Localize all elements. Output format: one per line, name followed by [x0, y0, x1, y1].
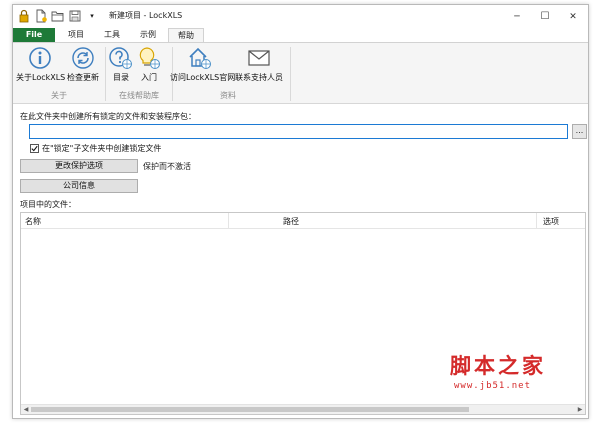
locked-subfolder-label: 在"锁定"子文件夹中创建锁定文件 — [42, 143, 162, 153]
new-file-icon[interactable] — [34, 9, 48, 23]
contact-support-button[interactable]: 联系支持人员 — [231, 46, 287, 86]
project-files-label: 项目中的文件： — [20, 200, 76, 209]
watermark: 脚本之家 www.jb51.net — [440, 350, 590, 398]
tab-project[interactable]: 项目 — [61, 28, 91, 42]
list-header: 名称 路径 选项 — [21, 213, 585, 229]
group-label-resources: 资料 — [220, 91, 236, 100]
quick-access-menu-icon[interactable]: ▾ — [85, 9, 99, 23]
save-icon[interactable] — [68, 9, 82, 23]
home-globe-icon — [189, 47, 211, 69]
lock-icon[interactable] — [17, 9, 31, 23]
company-info-button[interactable]: 公司信息 — [20, 179, 138, 193]
scroll-left-icon[interactable]: ◀ — [21, 405, 31, 415]
visit-website-label: 访问LockXLS官网 — [170, 73, 236, 82]
locked-subfolder-checkbox[interactable]: 在"锁定"子文件夹中创建锁定文件 — [30, 143, 161, 153]
contact-support-label: 联系支持人员 — [235, 73, 283, 82]
info-icon — [28, 47, 51, 69]
check-updates-button[interactable]: 检查更新 — [64, 46, 102, 86]
column-divider[interactable] — [228, 213, 229, 229]
scroll-thumb[interactable] — [31, 407, 469, 412]
check-updates-label: 检查更新 — [67, 73, 99, 82]
tab-help[interactable]: 帮助 — [168, 28, 204, 43]
getting-started-button[interactable]: 入门 — [136, 46, 162, 86]
change-protection-button[interactable]: 更改保护选项 — [20, 159, 138, 173]
window-title: 新建项目 - LockXLS — [109, 11, 183, 20]
ribbon-panel: 关于LockXLS 检查更新 关于 目录 入门 在线帮助库 访问LockXLS官… — [13, 42, 588, 104]
scroll-right-icon[interactable]: ▶ — [575, 405, 585, 415]
refresh-icon — [72, 47, 94, 69]
browse-button[interactable]: ... — [572, 124, 587, 139]
ribbon-tab-bar: File 项目 工具 示例 帮助 — [13, 28, 588, 43]
output-folder-input[interactable] — [29, 124, 568, 139]
output-folder-label: 在此文件夹中创建所有锁定的文件和安装程序包： — [20, 112, 196, 121]
group-label-online-help: 在线帮助库 — [119, 91, 159, 100]
contents-label: 目录 — [113, 73, 129, 82]
help-globe-icon — [109, 47, 132, 69]
visit-website-button[interactable]: 访问LockXLS官网 — [170, 46, 236, 86]
maximize-icon: ☐ — [540, 11, 550, 22]
group-separator — [290, 47, 291, 101]
tab-tools[interactable]: 工具 — [97, 28, 127, 42]
checkbox-box[interactable] — [30, 143, 39, 153]
column-header-options[interactable]: 选项 — [543, 216, 559, 227]
group-separator — [105, 47, 106, 101]
minimize-icon: ─ — [514, 11, 520, 22]
lightbulb-globe-icon — [139, 47, 160, 69]
horizontal-scrollbar[interactable]: ◀ ▶ — [21, 404, 585, 414]
tab-examples[interactable]: 示例 — [133, 28, 163, 42]
mail-icon — [248, 50, 270, 66]
getting-started-label: 入门 — [141, 73, 157, 82]
about-lockxls-label: 关于LockXLS — [16, 73, 66, 82]
protection-status: 保护而不激活 — [143, 162, 191, 171]
watermark-url: www.jb51.net — [454, 381, 532, 391]
column-header-name[interactable]: 名称 — [25, 216, 41, 227]
file-tab[interactable]: File — [13, 28, 55, 42]
title-bar: ▾ 新建项目 - LockXLS ─ ☐ ✕ — [13, 5, 588, 28]
about-lockxls-button[interactable]: 关于LockXLS — [16, 46, 66, 86]
close-button[interactable]: ✕ — [557, 5, 588, 28]
watermark-text: 脚本之家 — [450, 353, 546, 378]
checkmark-icon — [31, 145, 38, 151]
group-label-about: 关于 — [51, 91, 67, 100]
open-folder-icon[interactable] — [51, 9, 65, 23]
close-icon: ✕ — [569, 11, 577, 22]
contents-button[interactable]: 目录 — [108, 46, 134, 86]
column-divider[interactable] — [536, 213, 537, 229]
column-header-path[interactable]: 路径 — [283, 216, 299, 227]
